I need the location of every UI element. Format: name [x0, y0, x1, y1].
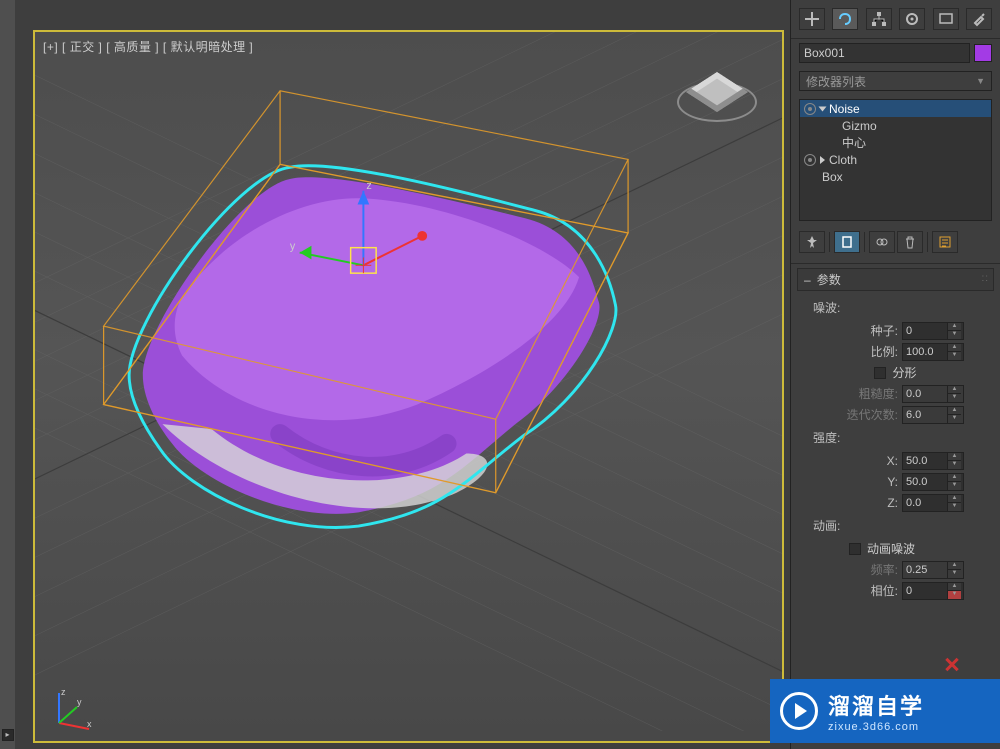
z-spinner[interactable]: ▲▼ — [902, 494, 964, 512]
close-overlay-icon[interactable] — [944, 657, 960, 673]
phase-spinner[interactable]: ▲▼ — [902, 582, 964, 600]
tab-create[interactable] — [799, 8, 825, 30]
scale-input[interactable] — [903, 346, 947, 358]
tab-motion[interactable] — [899, 8, 925, 30]
param-scale: 比例: ▲▼ — [799, 341, 992, 362]
svg-text:y: y — [77, 697, 82, 707]
svg-text:y: y — [290, 241, 296, 253]
make-unique-button[interactable] — [869, 231, 895, 253]
fractal-checkbox-row[interactable]: 分形 — [799, 362, 992, 383]
section-strength-label: 强度: — [813, 429, 992, 446]
roughness-spinner: ▲▼ — [902, 385, 964, 403]
stack-sub-center[interactable]: 中心 — [800, 134, 991, 151]
pin-stack-button[interactable] — [799, 231, 825, 253]
stack-item-noise[interactable]: Noise — [800, 100, 991, 117]
visibility-toggle-icon[interactable] — [804, 103, 816, 115]
fractal-checkbox[interactable] — [874, 367, 886, 379]
svg-text:z: z — [366, 180, 371, 192]
viewport[interactable]: [+] [ 正交 ] [ 高质量 ] [ 默认明暗处理 ] — [33, 30, 784, 743]
watermark-title: 溜溜自学 — [828, 689, 924, 721]
y-spinner[interactable]: ▲▼ — [902, 473, 964, 491]
expand-icon[interactable] — [820, 156, 825, 164]
axis-tripod: z x y — [49, 687, 95, 733]
section-noise-label: 噪波: — [813, 299, 992, 316]
seed-spinner[interactable]: ▲▼ — [902, 322, 964, 340]
anim-noise-checkbox[interactable] — [849, 543, 861, 555]
fractal-label: 分形 — [892, 364, 916, 381]
freq-input — [903, 564, 947, 576]
tab-hierarchy[interactable] — [866, 8, 892, 30]
show-end-result-button[interactable] — [834, 231, 860, 253]
rollout-parameters: – 参数 :: 噪波: 种子: ▲▼ 比例: ▲▼ — [797, 268, 994, 605]
expand-left-toolbar[interactable]: ▸ — [2, 729, 14, 741]
param-z: Z: ▲▼ — [799, 492, 992, 513]
command-panel: 修改器列表 ▼ Noise Gizmo 中心 Cloth Box — [790, 0, 1000, 749]
visibility-toggle-icon[interactable] — [804, 154, 816, 166]
left-toolbar: ▸ — [0, 0, 15, 749]
configure-sets-button[interactable] — [932, 231, 958, 253]
tab-utilities[interactable] — [966, 8, 992, 30]
seed-input[interactable] — [903, 325, 947, 337]
modifier-list-dropdown[interactable]: 修改器列表 ▼ — [799, 71, 992, 91]
x-spinner[interactable]: ▲▼ — [902, 452, 964, 470]
iterations-spinner: ▲▼ — [902, 406, 964, 424]
stack-toolbar — [791, 225, 1000, 264]
param-x: X: ▲▼ — [799, 450, 992, 471]
watermark-banner: 溜溜自学 zixue.3d66.com — [770, 679, 1000, 743]
tab-display[interactable] — [933, 8, 959, 30]
freq-spinner: ▲▼ — [902, 561, 964, 579]
param-phase: 相位: ▲▼ — [799, 580, 992, 601]
object-color-swatch[interactable] — [974, 44, 992, 62]
command-panel-tabs — [791, 0, 1000, 39]
play-icon — [780, 692, 818, 730]
expand-icon[interactable] — [819, 106, 827, 111]
remove-modifier-button[interactable] — [897, 231, 923, 253]
stack-item-box[interactable]: Box — [800, 168, 991, 185]
svg-text:z: z — [61, 687, 66, 697]
watermark-subtitle: zixue.3d66.com — [828, 721, 924, 733]
anim-noise-checkbox-row[interactable]: 动画噪波 — [799, 538, 992, 559]
z-input[interactable] — [903, 497, 947, 509]
scene-render: z y — [35, 32, 782, 731]
x-input[interactable] — [903, 455, 947, 467]
phase-input[interactable] — [903, 585, 947, 597]
section-anim-label: 动画: — [813, 517, 992, 534]
view-cube[interactable] — [672, 52, 762, 142]
roughness-input — [903, 388, 947, 400]
param-seed: 种子: ▲▼ — [799, 320, 992, 341]
svg-text:x: x — [87, 719, 92, 729]
stack-item-cloth[interactable]: Cloth — [800, 151, 991, 168]
param-iterations: 迭代次数: ▲▼ — [799, 404, 992, 425]
param-roughness: 粗糙度: ▲▼ — [799, 383, 992, 404]
tab-modify[interactable] — [832, 8, 858, 30]
anim-noise-label: 动画噪波 — [867, 540, 915, 557]
object-name-input[interactable] — [799, 43, 970, 63]
rollout-header[interactable]: – 参数 :: — [797, 268, 994, 291]
stack-sub-gizmo[interactable]: Gizmo — [800, 117, 991, 134]
param-y: Y: ▲▼ — [799, 471, 992, 492]
iterations-input — [903, 409, 947, 421]
viewport-area: [+] [ 正交 ] [ 高质量 ] [ 默认明暗处理 ] — [15, 0, 790, 749]
modifier-stack[interactable]: Noise Gizmo 中心 Cloth Box — [799, 99, 992, 221]
y-input[interactable] — [903, 476, 947, 488]
scale-spinner[interactable]: ▲▼ — [902, 343, 964, 361]
param-freq: 频率: ▲▼ — [799, 559, 992, 580]
